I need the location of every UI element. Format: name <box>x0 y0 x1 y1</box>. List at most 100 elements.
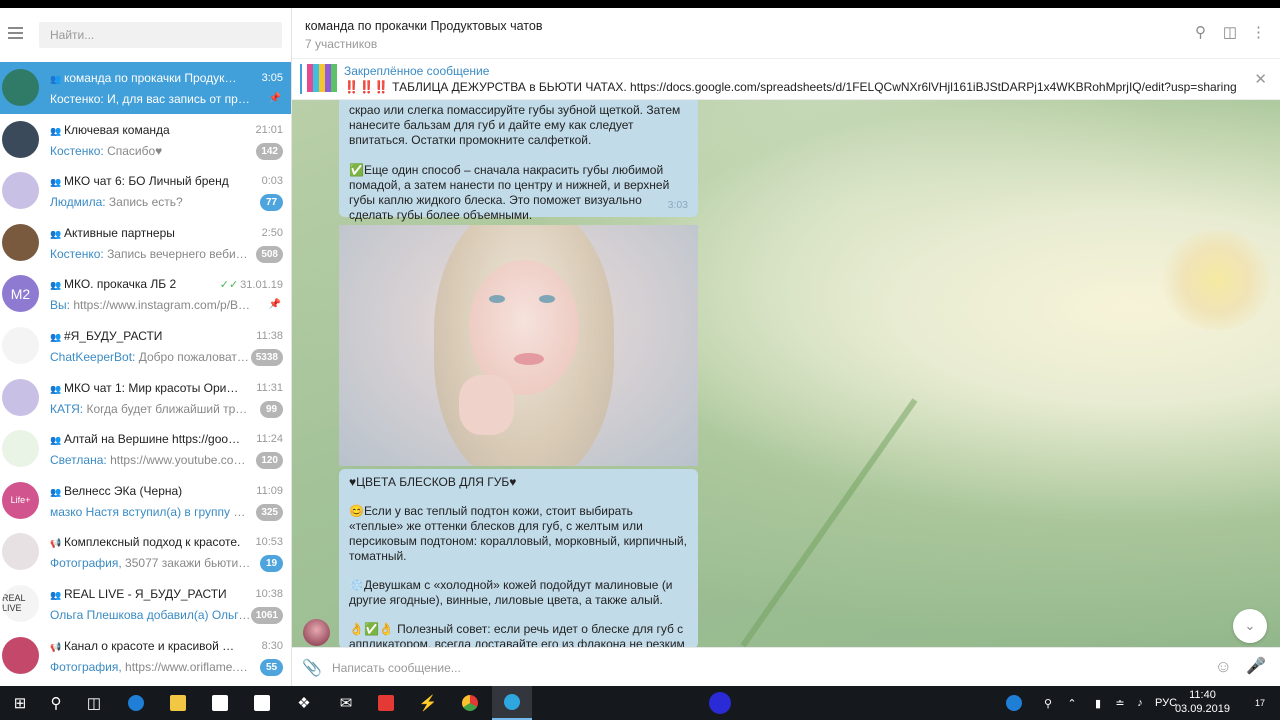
chat-list-item[interactable]: 👥 #Я_БУДУ_РАСТИ 11:38 ChatKeeperBot: Добро … <box>0 320 291 372</box>
chat-list-item[interactable]: 👥 МКО чат 6: БО Личный бренд 0:03 Людмила: … <box>0 165 291 217</box>
group-icon: 👥 <box>50 589 62 600</box>
chat-list-item[interactable]: 👥 Ключевая команда 21:01 Костенко: Спасибо♥… <box>0 114 291 166</box>
chat-list-item[interactable]: 👥 МКО чат 1: Мир красоты Орифл... 11:31 КАТ… <box>0 372 291 424</box>
search-icon[interactable]: ⚲ <box>1195 25 1206 41</box>
chat-list-item[interactable]: REAL LIVE 👥 REAL LIVE - Я_БУДУ_РАСТИ 10:38 О… <box>0 578 291 630</box>
search-icon[interactable]: ⚲ <box>36 686 76 720</box>
battery-icon[interactable]: ▮ <box>1088 686 1108 720</box>
chat-name: 📢 Комплексный подход к красоте. <box>50 535 241 549</box>
chat-time-text: 21:01 <box>255 123 283 136</box>
task-view-icon[interactable]: ◫ <box>74 686 114 720</box>
chat-name-text: Активные партнеры <box>64 225 175 240</box>
chat-list-item[interactable]: 📢 Комплексный подход к красоте. 10:53 Фотог… <box>0 526 291 578</box>
chat-time-text: 8:30 <box>261 639 283 652</box>
group-icon: 👥 <box>50 383 62 394</box>
group-icon: 👥 <box>50 74 62 84</box>
store-icon[interactable] <box>200 686 240 720</box>
preview-text: И, для вас запись от профес... <box>107 92 251 106</box>
chat-list-item[interactable]: 👥 Активные партнеры 2:50 Костенко: Запись в… <box>0 217 291 269</box>
chat-list-item[interactable]: Life+ 👥 Велнесс ЭКа (Черна) 11:09 мазко Наст… <box>0 475 291 527</box>
chat-preview: мазко Настя вступил(а) в группу по с... <box>50 505 251 519</box>
background-stem <box>740 398 918 647</box>
message-text: 😊Если у вас теплый подтон кожи, стоит вы… <box>349 504 687 563</box>
group-icon: 👥 <box>50 331 62 342</box>
pinned-message[interactable]: Закреплённое сообщение ‼️‼️‼️ ТАБЛИЦА ДЕ… <box>292 59 1280 100</box>
chat-avatar <box>2 533 39 571</box>
chat-avatar <box>2 69 39 106</box>
chat-time: 11:38 <box>256 330 283 342</box>
help-icon[interactable] <box>1002 686 1026 720</box>
chat-time: 10:53 <box>255 536 283 548</box>
message-input[interactable] <box>330 655 1194 681</box>
preview-text: https://www.youtube.com/... <box>110 453 251 468</box>
app-icon[interactable]: ⚡ <box>408 686 448 720</box>
mail-icon[interactable]: ✉ <box>326 686 366 720</box>
preview-sender: Костенко: <box>50 143 104 158</box>
sidebar-toggle-icon[interactable]: ◫ <box>1223 25 1237 41</box>
windows-start-icon[interactable]: ⊞ <box>0 686 40 720</box>
chat-name: 👥 Алтай на Вершине https://goo.gl/... <box>50 432 241 446</box>
chat-title[interactable]: команда по прокачки Продуктовых чатов <box>305 19 542 33</box>
chat-preview: Костенко: И, для вас запись от профес... <box>50 92 251 106</box>
pin-icon: 📌 <box>268 93 281 104</box>
emoji-icon[interactable]: ☺ <box>1215 657 1232 677</box>
edge-icon[interactable] <box>116 686 156 720</box>
chat-list-item[interactable]: М2 👥 МКО. прокачка ЛБ 2 ✓✓ 31.01.19 Вы: https… <box>0 268 291 320</box>
preview-text: мазко Настя вступил(а) в группу по с... <box>50 504 251 519</box>
chat-list: 👥 команда по прокачки Продуктов... 3:05 Кос… <box>0 62 291 681</box>
unread-badge: 1061 <box>250 606 283 624</box>
preview-sender: Ольга Плешкова добавил(а) Ольга ... <box>50 607 251 622</box>
recording-icon[interactable] <box>700 686 740 720</box>
preview-sender: Фотография, <box>50 659 122 674</box>
volume-icon[interactable]: ♪ <box>1130 686 1150 720</box>
amazon-icon[interactable] <box>242 686 282 720</box>
wifi-icon[interactable]: ≐ <box>1110 686 1130 720</box>
scroll-down-icon[interactable]: ⌄ <box>1233 609 1267 643</box>
message-photo[interactable] <box>339 225 698 466</box>
chevron-up-icon[interactable]: ⌃ <box>1062 686 1082 720</box>
more-icon[interactable]: ⋮ <box>1251 25 1266 41</box>
people-icon[interactable]: ⚲ <box>1036 686 1060 720</box>
clock[interactable]: 11:40 03.09.2019 <box>1175 688 1230 716</box>
chat-name: 👥 МКО чат 6: БО Личный бренд <box>50 174 241 188</box>
chat-name: 👥 Ключевая команда <box>50 123 241 137</box>
file-explorer-icon[interactable] <box>158 686 198 720</box>
message-text: 👌✅👌 Полезный совет: если речь идет о бле… <box>349 622 685 647</box>
dropbox-icon[interactable]: ❖ <box>284 686 324 720</box>
message-bubble[interactable]: ♥ЦВЕТА БЛЕСКОВ ДЛЯ ГУБ♥ 😊Если у вас тепл… <box>339 469 698 647</box>
photo-eye <box>489 295 505 303</box>
chat-list-item[interactable]: 👥 Алтай на Вершине https://goo.gl/... 11:2… <box>0 423 291 475</box>
chat-preview: ChatKeeperBot: Добро пожаловать, ... <box>50 350 251 364</box>
menu-icon[interactable] <box>8 27 23 39</box>
chat-list-item[interactable]: 👥 команда по прокачки Продуктов... 3:05 Кос… <box>0 62 291 114</box>
chat-name-text: Ключевая команда <box>64 122 170 137</box>
chat-preview: Ольга Плешкова добавил(а) Ольга ... <box>50 608 251 622</box>
member-count[interactable]: 7 участников <box>305 37 377 51</box>
close-icon[interactable]: ✕ <box>1254 70 1267 88</box>
chat-time-text: 11:24 <box>256 433 283 446</box>
preview-text: https://www.instagram.com/p/BtSro... <box>73 298 251 313</box>
pin-icon: 📌 <box>268 299 281 311</box>
search-input[interactable] <box>39 22 282 48</box>
chat-avatar <box>2 120 39 158</box>
preview-text: Запись есть? <box>108 195 183 210</box>
chat-time-text: 10:53 <box>255 536 283 549</box>
microphone-icon[interactable]: 🎤 <box>1246 656 1266 676</box>
message-bubble[interactable]: скрао или слегка помассируйте губы зубно… <box>339 100 698 222</box>
preview-sender: Людмила: <box>50 195 106 210</box>
message-title: ♥ЦВЕТА БЛЕСКОВ ДЛЯ ГУБ♥ <box>349 475 517 489</box>
attach-icon[interactable]: 📎 <box>302 658 322 678</box>
chat-list-item[interactable]: 📢 Канал о красоте и красивой жизни 8:30 Фот… <box>0 630 291 682</box>
message-area: скрао или слегка помассируйте губы зубно… <box>292 100 1280 647</box>
chat-name-text: МКО. прокачка ЛБ 2 <box>64 277 177 292</box>
chat-time-text: 10:38 <box>255 587 283 600</box>
group-icon: 👥 <box>50 435 62 446</box>
sender-avatar[interactable] <box>303 619 330 646</box>
chat-time: 0:03 <box>262 175 283 187</box>
chat-avatar <box>2 378 39 416</box>
yandex-icon[interactable] <box>366 686 406 720</box>
notification-icon[interactable]: 17 <box>1246 686 1274 720</box>
message-time: 3:03 <box>667 199 688 211</box>
telegram-icon[interactable] <box>492 686 532 720</box>
chrome-icon[interactable] <box>450 686 490 720</box>
